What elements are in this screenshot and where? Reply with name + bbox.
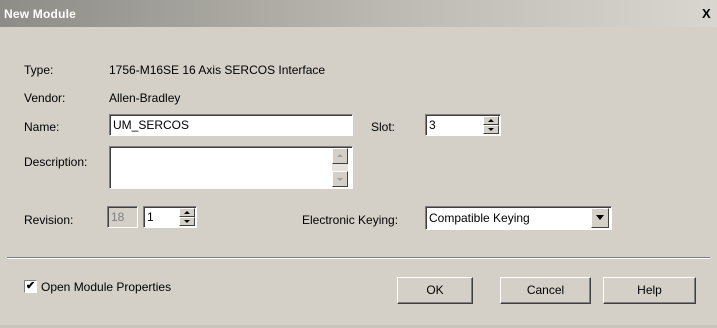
description-field[interactable] [109,146,353,189]
scroll-up-icon [337,154,343,157]
vendor-value: Allen-Bradley [109,91,181,105]
arrow-up-icon [184,211,190,214]
revision-up-button[interactable] [179,208,195,217]
slot-down-button[interactable] [483,125,499,134]
name-field[interactable]: UM_SERCOS [109,114,353,136]
revision-minor-value: 1 [147,210,154,224]
title-bar[interactable]: New Module X [0,0,717,27]
type-label: Type: [24,63,54,77]
scroll-up-button[interactable] [332,148,348,164]
vendor-label: Vendor: [24,91,66,105]
slot-up-button[interactable] [483,116,499,125]
name-label: Name: [24,120,60,134]
arrow-up-icon [488,119,494,122]
ok-button[interactable]: OK [397,277,473,304]
revision-label: Revision: [24,213,74,227]
revision-major-value: 18 [111,210,125,224]
description-scrollbar[interactable] [332,148,348,187]
open-properties-label[interactable]: Open Module Properties [41,280,171,294]
open-properties-checkbox[interactable]: ✔ [24,280,37,293]
scroll-down-icon [337,178,343,181]
slot-field-value: 3 [429,118,436,132]
close-icon[interactable]: X [702,6,716,21]
keying-dropdown-button[interactable] [591,208,609,228]
arrow-down-icon [488,128,494,131]
type-value: 1756-M16SE 16 Axis SERCOS Interface [109,63,326,77]
name-field-value: UM_SERCOS [113,118,190,132]
scroll-down-button[interactable] [332,171,348,187]
chevron-down-icon [596,215,604,220]
cancel-button[interactable]: Cancel [500,277,591,304]
description-label: Description: [24,155,88,169]
slot-label: Slot: [371,120,396,134]
keying-label: Electronic Keying: [302,213,399,227]
arrow-down-icon [184,220,190,223]
slot-spinner[interactable] [483,116,499,134]
window-title: New Module [4,7,77,21]
revision-down-button[interactable] [179,217,195,226]
keying-selected-value: Compatible Keying [429,211,530,225]
revision-minor-field[interactable]: 1 [143,206,197,228]
help-button[interactable]: Help [603,277,696,304]
checkmark-icon: ✔ [25,280,36,292]
revision-spinner[interactable] [179,208,195,226]
keying-dropdown[interactable]: Compatible Keying [425,206,612,230]
revision-major-field: 18 [107,206,138,228]
slot-field[interactable]: 3 [425,114,501,136]
